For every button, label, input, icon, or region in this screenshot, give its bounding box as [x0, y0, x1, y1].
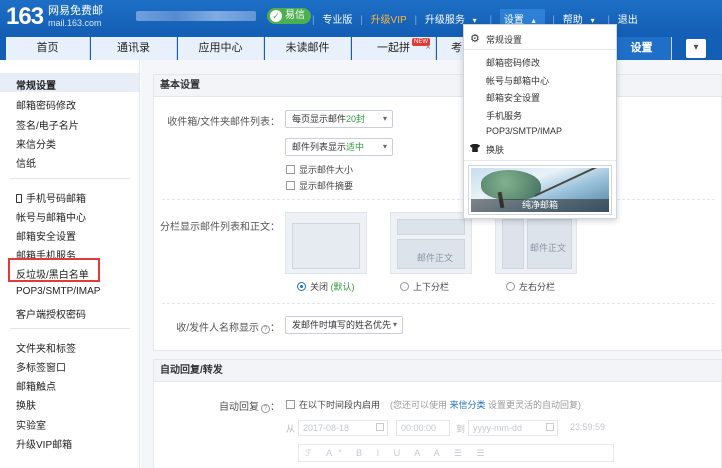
list-density-select[interactable]: 邮件列表显示适中 ▾ — [285, 138, 393, 156]
menu-item-password[interactable]: 邮箱密码修改 — [486, 56, 540, 69]
shirt-icon — [470, 144, 480, 152]
inbox-list-label: 收件箱/文件夹邮件列表： — [167, 117, 280, 128]
mail-rules-link[interactable]: 来信分类 — [450, 400, 486, 410]
split-updown-radio[interactable]: 上下分栏 — [400, 280, 449, 293]
sidebar-item-folders[interactable]: 文件夹和标签 — [16, 340, 76, 355]
menu-item-account-center[interactable]: 帐号与邮箱中心 — [486, 74, 549, 87]
phone-icon — [16, 194, 22, 203]
logo[interactable]: 163 — [6, 3, 44, 31]
layout-off-preview[interactable] — [285, 212, 367, 274]
sidebar-item-mail-rules[interactable]: 来信分类 — [16, 136, 56, 151]
sidebar-item-stationery[interactable]: 信纸 — [16, 155, 36, 170]
sidebar-item-lab[interactable]: 实验室 — [16, 417, 46, 432]
autoreply-enable-checkbox[interactable]: 在以下时间段内启用 — [286, 398, 380, 411]
autoreply-hint: (您还可以使用 来信分类 设置更灵活的自动回复) — [390, 400, 582, 410]
layout-updown-preview[interactable]: 邮件正文 — [390, 212, 472, 274]
upgrade-vip-link[interactable]: 升级VIP — [371, 11, 407, 26]
show-summary-checkbox[interactable]: 显示邮件摘要 — [286, 179, 353, 192]
menu-item-pop3[interactable]: POP3/SMTP/IMAP — [486, 126, 562, 136]
basic-settings-panel: 基本设置 收件箱/文件夹邮件列表： 每页显示邮件20封 ▾ 邮件列表显示适中 ▾… — [153, 74, 722, 351]
autoreply-panel: 自动回复/转发 自动回复?： 在以下时间段内启用 (您还可以使用 来信分类 设置… — [153, 359, 722, 468]
tab-unread[interactable]: 未读邮件 — [265, 37, 351, 60]
chevron-down-icon: ▾ — [382, 114, 387, 123]
name-display-select[interactable]: 发邮件时填写的姓名优先 ▾ — [285, 316, 403, 334]
section-title-autoreply: 自动回复/转发 — [154, 360, 721, 382]
name-display-label: 收/发件人名称显示?： — [176, 323, 280, 334]
sidebar-item-pop3[interactable]: POP3/SMTP/IMAP — [16, 286, 100, 297]
split-off-radio[interactable]: 关闭 (默认) — [297, 280, 355, 293]
autoreply-label: 自动回复?： — [219, 402, 280, 413]
logo-line1: 网易免费邮 — [48, 5, 103, 17]
calendar-icon — [376, 423, 384, 431]
user-account-blurred — [136, 11, 256, 21]
logo-line2: mail.163.com — [48, 18, 102, 28]
from-label: 从 — [286, 424, 296, 434]
menu-item-security[interactable]: 邮箱安全设置 — [486, 91, 540, 104]
help-icon[interactable]: ? — [261, 404, 270, 413]
theme-caption: 纯净邮箱 — [471, 199, 609, 212]
tab-pinduo[interactable]: 一起拼 NEW × — [352, 37, 436, 60]
split-view-label: 分栏显示邮件列表和正文： — [160, 222, 280, 233]
chevron-down-icon: ▾ — [693, 42, 699, 53]
layout-leftright-preview[interactable]: 邮件正文 — [495, 212, 577, 274]
theme-preview-image[interactable]: 纯净邮箱 — [468, 165, 612, 215]
section-title-basic: 基本设置 — [154, 75, 721, 97]
sidebar-item-account-center[interactable]: 帐号与邮箱中心 — [16, 209, 86, 224]
yixin-icon: ✓ — [270, 10, 282, 22]
highlight-box — [8, 258, 100, 282]
show-size-checkbox[interactable]: 显示邮件大小 — [286, 163, 353, 176]
sidebar-item-general[interactable]: 常规设置 — [16, 77, 56, 92]
logo-subtitle: 网易免费邮 mail.163.com — [48, 5, 103, 29]
start-time-input[interactable]: 00:00:00 — [396, 420, 450, 436]
settings-main: 基本设置 收件箱/文件夹邮件列表： 每页显示邮件20封 ▾ 邮件列表显示适中 ▾… — [141, 60, 722, 468]
gear-icon: ⚙ — [470, 33, 480, 45]
calendar-icon — [546, 423, 554, 431]
tab-home[interactable]: 首页 — [6, 37, 90, 60]
yixin-label: 易信 — [285, 10, 305, 21]
split-leftright-radio[interactable]: 左右分栏 — [506, 280, 555, 293]
sidebar-item-skin[interactable]: 换肤 — [16, 397, 36, 412]
settings-sidebar: 常规设置 邮箱密码修改 签名/电子名片 来信分类 信纸 手机号码邮箱 帐号与邮箱… — [0, 60, 140, 468]
sidebar-item-multi-tab[interactable]: 多标签窗口 — [16, 359, 66, 374]
chevron-down-icon: ▾ — [382, 142, 387, 151]
tab-contacts[interactable]: 通讯录 — [91, 37, 177, 60]
sidebar-item-client-auth[interactable]: 客户端授权密码 — [16, 306, 86, 321]
sidebar-item-upgrade-vip[interactable]: 升级VIP邮箱 — [16, 436, 72, 451]
help-icon[interactable]: ? — [261, 325, 270, 334]
to-label: 到 — [456, 424, 466, 434]
sidebar-item-password[interactable]: 邮箱密码修改 — [16, 97, 76, 112]
menu-item-general[interactable]: 常规设置 — [486, 33, 522, 46]
settings-dropdown-menu: ⚙ 常规设置 邮箱密码修改 帐号与邮箱中心 邮箱安全设置 手机服务 POP3/S… — [463, 24, 617, 219]
tab-settings[interactable]: 设置 — [612, 37, 672, 60]
tab-more-dropdown[interactable]: ▾ — [686, 39, 706, 58]
sidebar-item-phone-mailbox[interactable]: 手机号码邮箱 — [16, 190, 86, 205]
yixin-button[interactable]: ✓ 易信 — [267, 8, 311, 24]
start-date-input[interactable]: 2017-08-18 — [298, 420, 388, 436]
sidebar-item-security[interactable]: 邮箱安全设置 — [16, 228, 76, 243]
editor-toolbar[interactable]: ℱ A° B I U A A ☰ ☰ — [298, 444, 614, 462]
sidebar-item-touchpoint[interactable]: 邮箱触点 — [16, 378, 56, 393]
pro-version-link[interactable]: 专业版 — [322, 11, 352, 26]
per-page-select[interactable]: 每页显示邮件20封 ▾ — [285, 110, 393, 128]
menu-item-mobile-service[interactable]: 手机服务 — [486, 109, 522, 122]
end-date-input[interactable]: yyyy-mm-dd — [468, 420, 558, 436]
sidebar-item-signature[interactable]: 签名/电子名片 — [16, 117, 79, 132]
logout-link[interactable]: 退出 — [618, 11, 638, 26]
close-icon[interactable]: × — [425, 37, 431, 59]
end-time-input[interactable]: 23:59:59 — [566, 420, 620, 436]
tab-pinduo-label: 一起拼 — [377, 42, 410, 54]
menu-item-skin[interactable]: 换肤 — [486, 143, 504, 156]
tab-app-center[interactable]: 应用中心 — [178, 37, 264, 60]
chevron-down-icon: ▾ — [392, 320, 397, 329]
